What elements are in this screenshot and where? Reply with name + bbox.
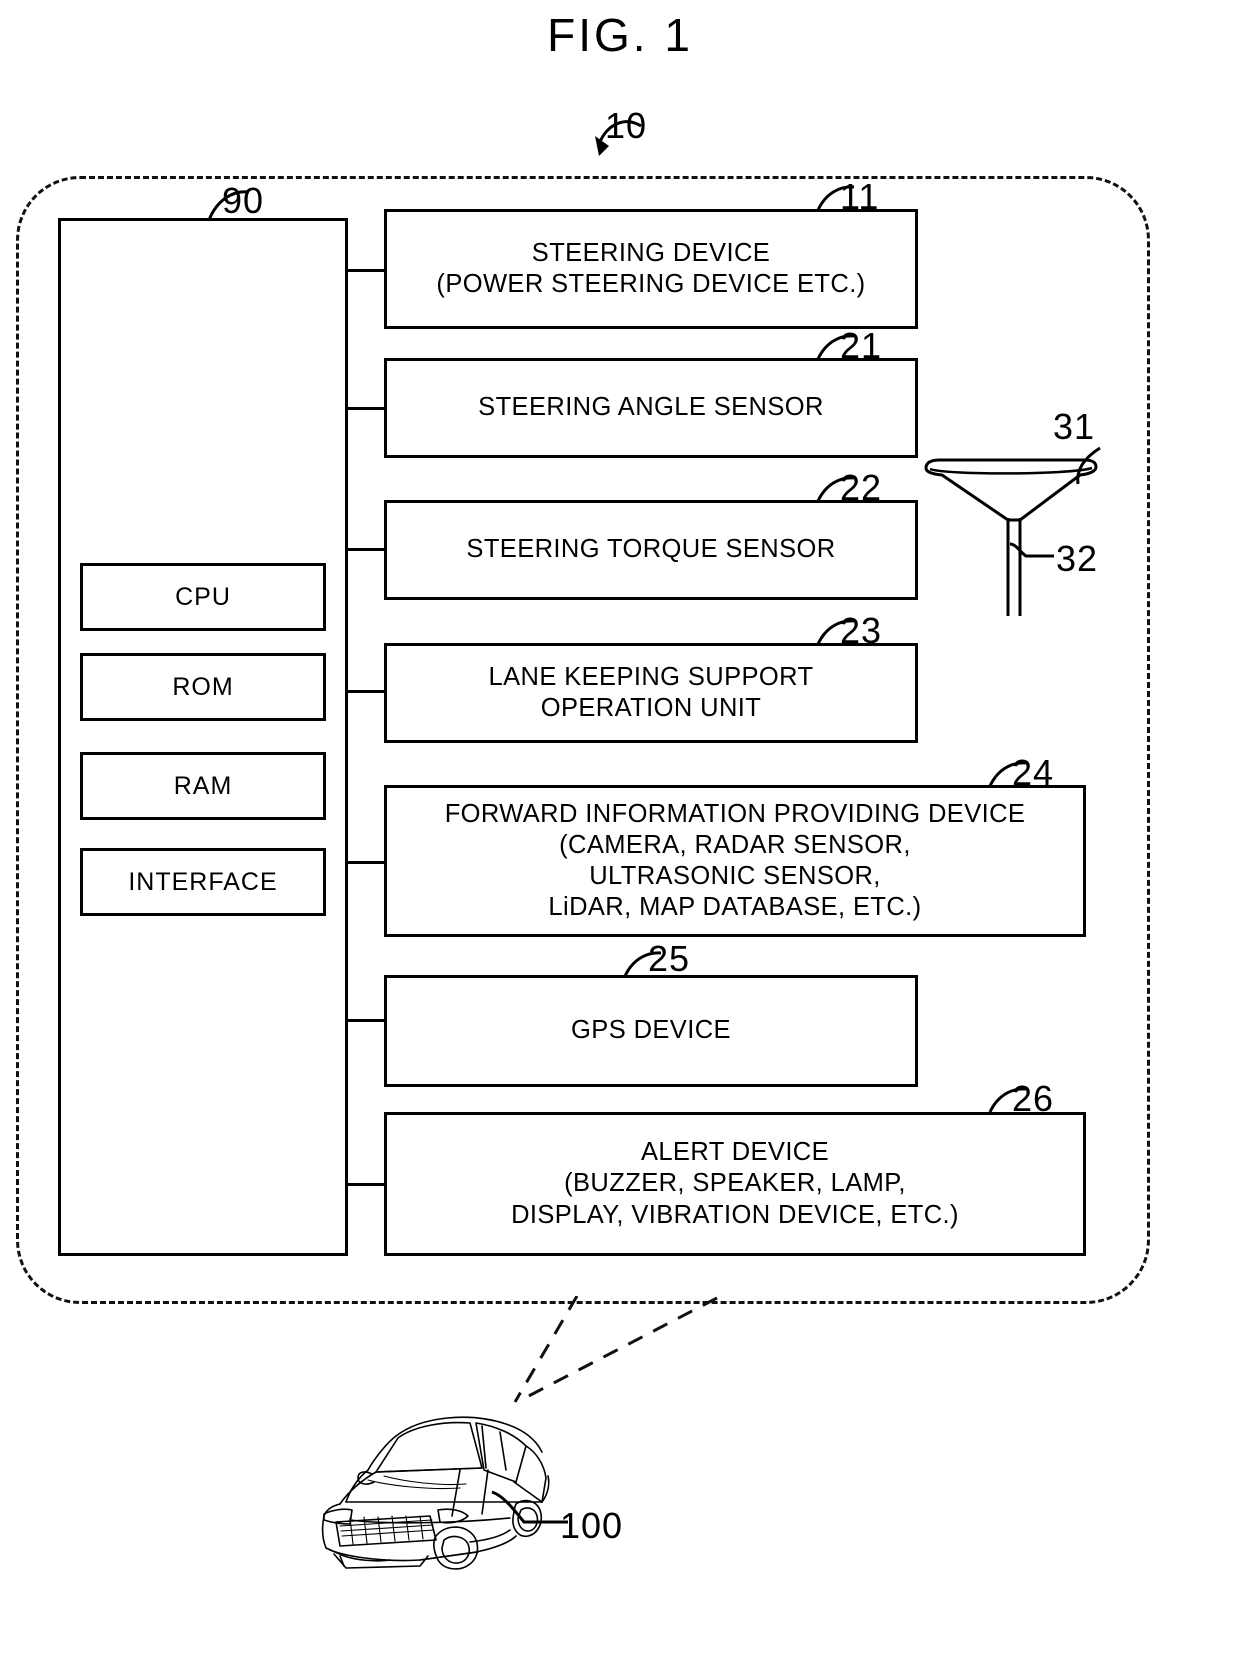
ecu-unit-label: RAM (173, 771, 233, 800)
vehicle-leader-line (491, 1490, 568, 1524)
device-box-line: STEERING DEVICE (531, 238, 771, 267)
vehicle-reference-number: 100 (560, 1505, 624, 1546)
connector-line (348, 1019, 384, 1022)
device-reference-number: 21 (840, 325, 883, 366)
device-box-steering-angle-sensor: STEERING ANGLE SENSOR (384, 358, 918, 458)
ecu-box (58, 218, 348, 1256)
connector-line (348, 548, 384, 551)
device-reference-number: 26 (1012, 1078, 1055, 1119)
device-box-line: LANE KEEPING SUPPORT (488, 662, 814, 691)
device-box-lane-keeping-support-operation-unit: LANE KEEPING SUPPORT OPERATION UNIT (384, 643, 918, 743)
figure-title: FIG. 1 (547, 9, 693, 61)
antenna-dish-reference-number: 31 (1053, 406, 1096, 447)
device-box-forward-information-providing-device: FORWARD INFORMATION PROVIDING DEVICE (CA… (384, 785, 1086, 937)
ecu-unit-label: INTERFACE (128, 867, 278, 896)
vehicle-illustration (321, 1416, 550, 1570)
ecu-unit-ram: RAM (80, 752, 326, 820)
figure-canvas: FIG. 1 10 90 CPU ROM RAM INTERFACE STEER… (0, 0, 1240, 1678)
device-reference-number: 23 (840, 610, 883, 651)
device-box-line: GPS DEVICE (571, 1016, 731, 1045)
device-box-line: DISPLAY, VIBRATION DEVICE, ETC.) (511, 1200, 959, 1229)
device-box-line: FORWARD INFORMATION PROVIDING DEVICE (444, 799, 1026, 828)
antenna-dish-leader-line (1076, 446, 1101, 485)
connector-line (348, 1183, 384, 1186)
device-reference-number: 25 (648, 938, 691, 979)
device-box-line: ALERT DEVICE (640, 1138, 830, 1167)
device-box-line: STEERING TORQUE SENSOR (466, 535, 836, 564)
device-box-steering-device: STEERING DEVICE (POWER STEERING DEVICE E… (384, 209, 918, 329)
device-box-line: STEERING ANGLE SENSOR (478, 393, 824, 422)
device-box-line: LiDAR, MAP DATABASE, ETC.) (548, 893, 922, 922)
ecu-reference-number: 90 (222, 180, 265, 221)
ecu-unit-label: CPU (175, 582, 231, 611)
device-box-alert-device: ALERT DEVICE (BUZZER, SPEAKER, LAMP, DIS… (384, 1112, 1086, 1256)
connector-line (348, 861, 384, 864)
device-reference-number: 22 (840, 467, 883, 508)
connector-line (348, 690, 384, 693)
connector-line (348, 407, 384, 410)
device-box-line: (CAMERA, RADAR SENSOR, (559, 830, 911, 859)
device-box-line: OPERATION UNIT (540, 694, 762, 722)
ecu-unit-interface: INTERFACE (80, 848, 326, 916)
device-box-gps-device: GPS DEVICE (384, 975, 918, 1087)
ecu-unit-cpu: CPU (80, 563, 326, 631)
antenna-mast-leader-line (1009, 542, 1054, 558)
system-reference-number: 10 (605, 105, 648, 146)
device-box-steering-torque-sensor: STEERING TORQUE SENSOR (384, 500, 918, 600)
device-box-line: (BUZZER, SPEAKER, LAMP, (564, 1169, 906, 1198)
device-box-line: ULTRASONIC SENSOR, (589, 862, 881, 890)
device-box-line: (POWER STEERING DEVICE ETC.) (436, 270, 866, 298)
ecu-unit-rom: ROM (80, 653, 326, 721)
connector-line (348, 269, 384, 272)
device-reference-number: 24 (1012, 752, 1055, 793)
device-reference-number: 11 (840, 176, 880, 217)
antenna-mast-reference-number: 32 (1056, 538, 1099, 579)
ecu-unit-label: ROM (172, 672, 234, 701)
